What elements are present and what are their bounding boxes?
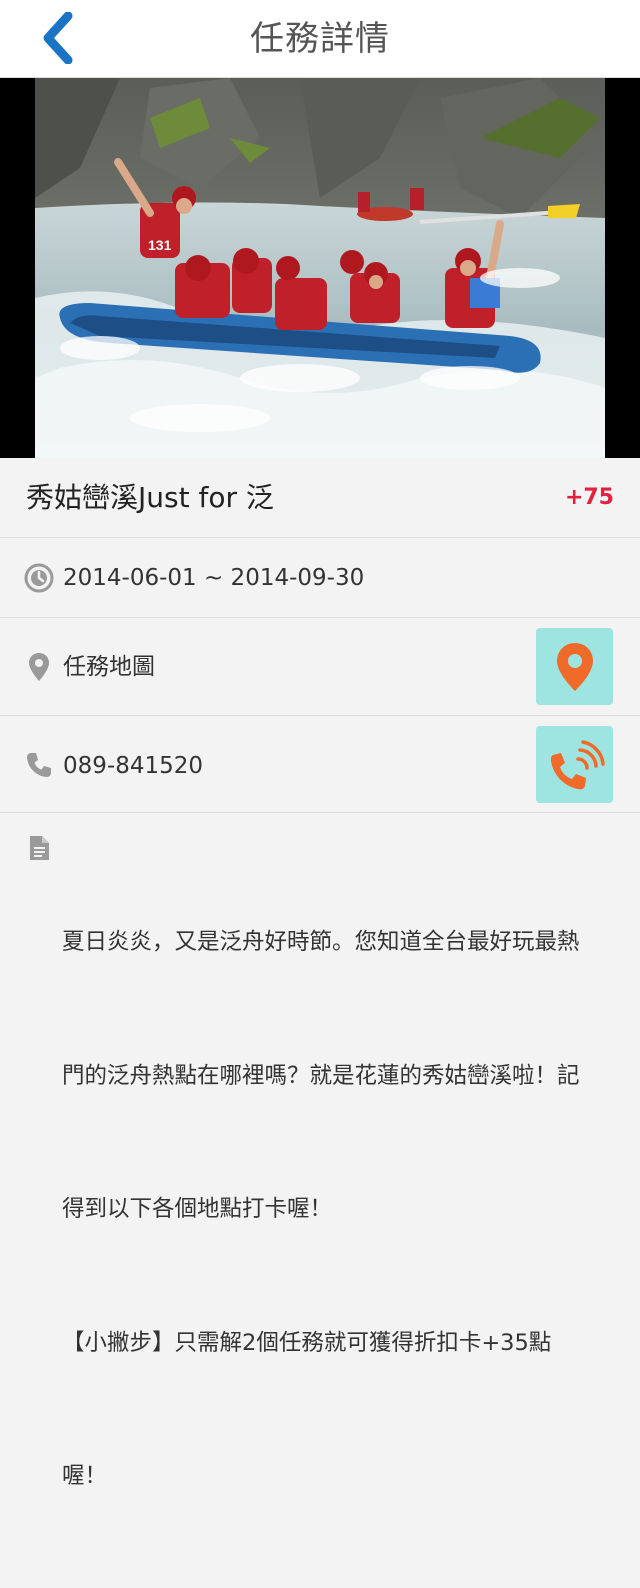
open-map-button[interactable] (536, 628, 613, 705)
task-name: 秀姑巒溪Just for 泛 (26, 481, 274, 514)
date-row: 2014-06-01 ~ 2014-09-30 (0, 538, 640, 618)
description-text: 夏日炎炎，又是泛舟好時節。您知道全台最好玩最熱 門的泛舟熱點在哪裡嗎？就是花蓮的… (62, 831, 618, 1588)
hero-image: 131 (0, 78, 640, 458)
location-marker-icon (556, 642, 593, 691)
helmet-number: 131 (148, 237, 172, 253)
task-name-row: 秀姑巒溪Just for 泛 +75 (0, 458, 640, 538)
phone-row[interactable]: 089-841520 (0, 716, 640, 813)
description-line: 夏日炎炎，又是泛舟好時節。您知道全台最好玩最熱 (62, 929, 580, 955)
map-row[interactable]: 任務地圖 (0, 618, 640, 716)
call-ringing-icon (550, 739, 605, 789)
description-line: 得到以下各個地點打卡喔！ (62, 1196, 333, 1222)
map-label: 任務地圖 (63, 654, 155, 680)
description-line: 【小撇步】只需解2個任務就可獲得折扣卡+35點 (62, 1329, 552, 1356)
clock-icon (24, 563, 54, 593)
description-section: 夏日炎炎，又是泛舟好時節。您知道全台最好玩最熱 門的泛舟熱點在哪裡嗎？就是花蓮的… (0, 813, 640, 1489)
document-icon (28, 835, 50, 865)
phone-number: 089-841520 (63, 753, 203, 779)
date-range: 2014-06-01 ~ 2014-09-30 (63, 565, 365, 591)
call-button[interactable] (536, 726, 613, 803)
top-bar: 任務詳情 (0, 0, 640, 78)
description-line: 門的泛舟熱點在哪裡嗎？就是花蓮的秀姑巒溪啦！記 (62, 1062, 580, 1089)
points-badge: +75 (564, 485, 614, 510)
map-pin-icon (24, 652, 54, 682)
phone-icon (24, 750, 54, 780)
page-title: 任務詳情 (250, 19, 390, 59)
rafting-photo: 131 (0, 78, 640, 458)
description-line: 喔！ (62, 1463, 108, 1489)
